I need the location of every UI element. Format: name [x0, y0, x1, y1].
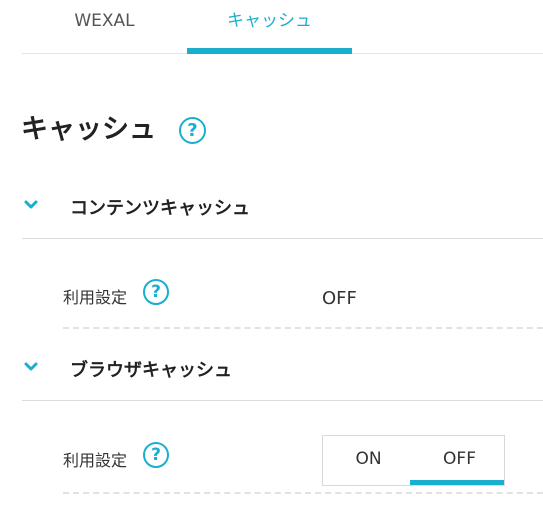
tab-cache[interactable]: キャッシュ — [187, 0, 352, 54]
setting-row-content-cache: 利用設定 ? OFF — [63, 263, 543, 329]
setting-value: OFF — [322, 288, 357, 309]
setting-label: 利用設定 — [63, 451, 128, 470]
cache-settings-page: WEXAL キャッシュ キャッシュ ? コンテンツキャッシュ 利用設定 ? OF… — [0, 0, 543, 516]
tab-bar: WEXAL キャッシュ — [22, 0, 543, 54]
chevron-down-icon — [24, 200, 38, 209]
section-header-content-cache[interactable]: コンテンツキャッシュ — [22, 180, 543, 239]
title-help-icon[interactable]: ? — [179, 117, 206, 144]
tab-cache-label: キャッシュ — [227, 11, 312, 31]
toggle-on-option[interactable]: ON — [323, 436, 414, 485]
section-header-browser-cache[interactable]: ブラウザキャッシュ — [22, 342, 543, 401]
tab-wexal[interactable]: WEXAL — [22, 0, 187, 53]
chevron-down-icon — [24, 362, 38, 371]
tab-wexal-label: WEXAL — [74, 11, 135, 31]
setting-label: 利用設定 — [63, 288, 128, 307]
toggle-off-option[interactable]: OFF — [414, 436, 505, 485]
setting-row-browser-cache: 利用設定 ? ON OFF — [63, 428, 543, 494]
section-title-browser-cache: ブラウザキャッシュ — [70, 360, 232, 381]
toggle-selected-indicator — [410, 480, 504, 485]
page-title: キャッシュ — [21, 114, 156, 145]
setting-help-icon[interactable]: ? — [143, 442, 169, 468]
section-title-content-cache: コンテンツキャッシュ — [70, 198, 250, 219]
setting-help-icon[interactable]: ? — [143, 279, 169, 305]
active-tab-indicator — [187, 48, 352, 54]
browser-cache-toggle: ON OFF — [322, 435, 505, 486]
